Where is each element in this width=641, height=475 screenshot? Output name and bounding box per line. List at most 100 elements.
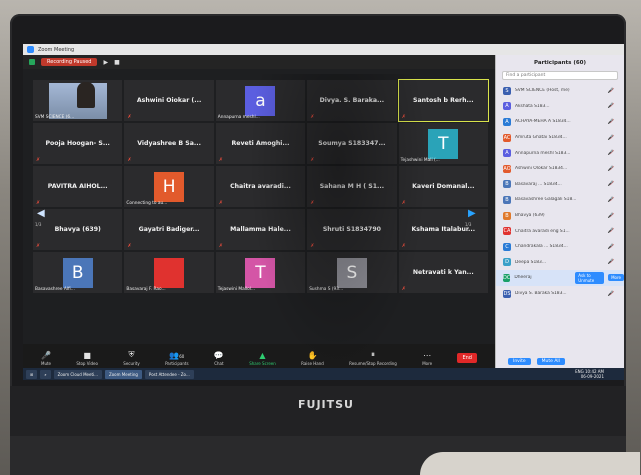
taskbar-item[interactable]: Post Attendee - Zo...: [144, 369, 194, 379]
participant-tile[interactable]: Santosh b Rerh... ✗: [397, 79, 490, 122]
avatar: DS: [503, 289, 511, 298]
participant-row[interactable]: B Basavaraj ... S1834... 🎤̸: [496, 177, 624, 193]
more-button[interactable]: More: [608, 274, 624, 282]
muted-icon: ✗: [218, 200, 223, 206]
participant-row[interactable]: DS Divya S. Baraka S183... 🎤̸: [496, 286, 624, 302]
participant-row[interactable]: A ACHAYA-MEHA A S1834... 🎤̸: [496, 114, 624, 130]
participant-tile[interactable]: Gayatri Badiger... ✗: [124, 209, 214, 250]
avatar: H: [154, 171, 185, 202]
participant-tile[interactable]: Soumya S183347... ✗: [307, 123, 397, 164]
participant-tile[interactable]: Ashwini Oiokar (... ✗: [124, 80, 214, 121]
participant-tile[interactable]: Reveti Amoghi... ✗: [215, 123, 306, 164]
participant-row[interactable]: D Deepa S183... 🎤̸: [496, 255, 624, 271]
muted-icon: ✗: [401, 200, 406, 206]
mute-all-button[interactable]: Mute All: [536, 357, 565, 365]
muted-icon: ✗: [310, 157, 315, 163]
muted-icon: ✗: [401, 114, 406, 120]
participant-tile[interactable]: Basavaraj F. Rao...: [124, 252, 214, 293]
camera-icon: ■: [83, 351, 91, 360]
participant-tile[interactable]: T Tejaswini Mallol...: [215, 252, 306, 293]
participant-tile[interactable]: T Tejashwini Mali (...: [398, 123, 488, 164]
participant-tile[interactable]: Kaveri Domanal... ✗: [398, 166, 488, 207]
muted-icon: ✗: [218, 157, 223, 163]
start-icon[interactable]: ⊞: [26, 369, 38, 379]
participant-tile[interactable]: Mallamma Hale... ✗: [215, 209, 306, 250]
person-silhouette: [77, 82, 95, 108]
taskbar-item[interactable]: Zoom Meeting: [104, 369, 142, 379]
shield-icon[interactable]: [29, 59, 35, 65]
muted-icon: ✗: [36, 200, 41, 206]
avatar: B: [503, 195, 511, 204]
search-icon[interactable]: ⌕: [40, 369, 51, 379]
recording-status[interactable]: Recording Paused: [41, 58, 98, 66]
participant-name: Reveti Amoghi...: [231, 140, 290, 147]
participant-search-input[interactable]: Find a participant: [502, 71, 618, 80]
participant-tile[interactable]: Netravati k Yan... ✗: [398, 252, 488, 293]
participant-tile[interactable]: Shruti S1834790 ✗: [307, 209, 397, 250]
chat-button[interactable]: 💬 Chat: [214, 351, 224, 366]
tile-caption: Tejashwini Mali (...: [400, 158, 440, 163]
participants-button[interactable]: 👥60 Participants: [165, 351, 189, 366]
participant-row[interactable]: S SVM SCIENCE (Host, me) 🎤̸: [496, 83, 624, 99]
participant-name: Kaveri Domanal...: [412, 183, 475, 190]
participant-name: Chaitra avaradi...: [230, 183, 291, 190]
participant-tile[interactable]: Bhavya (639) ✗: [33, 209, 123, 250]
participant-tile[interactable]: S Sushma S (93...: [307, 252, 397, 293]
avatar: A: [503, 102, 511, 111]
participant-tile[interactable]: Vidyashree B Sa... ✗: [124, 123, 214, 164]
pause-icon[interactable]: ▶: [103, 59, 108, 66]
next-page-icon[interactable]: ▶: [468, 208, 476, 219]
muted-microphone-icon: 🎤̸: [607, 259, 614, 266]
muted-microphone-icon: 🎤̸: [607, 150, 614, 157]
participant-tile[interactable]: H Connecting to au...: [124, 166, 214, 207]
chat-icon: 💬: [213, 351, 224, 360]
security-button[interactable]: ⛨ Security: [123, 350, 139, 366]
participant-row[interactable]: CA Chaitra avaradi eng S1... 🎤̸: [496, 223, 624, 239]
participant-tile[interactable]: SVM SCIENCE (6...: [33, 80, 123, 121]
participant-tile[interactable]: B Basavashree Alfi...: [33, 252, 123, 293]
participant-tile[interactable]: Chaitra avaradi... ✗: [215, 166, 306, 207]
muted-icon: ✗: [310, 200, 315, 206]
participant-row[interactable]: DC Dheeraj Ask to Unmute More: [496, 270, 624, 286]
tile-caption: Connecting to au...: [126, 201, 168, 206]
stop-video-button[interactable]: ■ Stop Video: [76, 351, 98, 366]
raise-hand-button[interactable]: ✋ Raise Hand: [301, 351, 324, 366]
participant-name: Ashwini Olokar S1834...: [515, 166, 568, 172]
muted-icon: ✗: [127, 114, 132, 120]
taskbar-item[interactable]: Zoom Cloud Meeti...: [53, 369, 102, 379]
recording-button[interactable]: ⏸ Resume/Stop Recording: [349, 350, 397, 366]
participant-tile[interactable]: Pooja Hoogan- S... ✗: [33, 123, 123, 164]
participant-row[interactable]: AC Amruta Ghatai S1834... 🎤̸: [496, 130, 624, 146]
participant-row[interactable]: A Akshata S183... 🎤̸: [496, 99, 624, 115]
participant-name: Netravati k Yan...: [412, 269, 474, 276]
mute-button[interactable]: 🎤 Mute: [41, 351, 51, 366]
page-indicator-right: 1/3: [465, 222, 472, 227]
share-screen-button[interactable]: ▲ Share Screen: [249, 351, 276, 366]
participant-row[interactable]: A Annapurna meshl S183... 🎤̸: [496, 145, 624, 161]
previous-page-icon[interactable]: ◀: [37, 208, 45, 219]
participant-tile[interactable]: Sahana M H ( S1... ✗: [307, 166, 397, 207]
participant-name: Ashwini Oiokar (...: [136, 97, 202, 104]
ask-unmute-button[interactable]: Ask to Unmute: [575, 271, 605, 284]
participant-row[interactable]: C Chandrakala ... S1834... 🎤̸: [496, 239, 624, 255]
muted-microphone-icon: 🎤̸: [607, 103, 614, 110]
muted-microphone-icon: 🎤̸: [607, 243, 614, 250]
participant-tile[interactable]: Divya. S. Baraka... ✗: [307, 80, 397, 121]
stop-icon[interactable]: ■: [114, 59, 120, 66]
clock-date: 06-09-2021: [580, 374, 604, 379]
participant-row[interactable]: B Bhavya (639) 🎤̸: [496, 208, 624, 224]
participant-name: Santosh b Rerh...: [413, 97, 474, 104]
participant-row[interactable]: AO Ashwini Olokar S1834... 🎤̸: [496, 161, 624, 177]
participant-row[interactable]: B Basavashree Galagali S18... 🎤̸: [496, 192, 624, 208]
participant-tile[interactable]: a Annapurna meshl...: [215, 80, 306, 121]
participant-tile[interactable]: PAVITRA AIHOL... ✗: [33, 166, 123, 207]
end-button[interactable]: End: [457, 353, 477, 363]
participant-name: Basavaraj ... S1834...: [515, 181, 562, 187]
more-button[interactable]: ⋯ More: [422, 351, 432, 366]
tile-caption: Sushma S (93...: [309, 287, 344, 292]
invite-button[interactable]: Invite: [508, 357, 531, 365]
video-grid: SVM SCIENCE (6... Ashwini Oiokar (... ✗ a An…: [33, 79, 490, 336]
avatar: T: [428, 128, 459, 159]
desk-surface: [420, 452, 640, 475]
muted-microphone-icon: 🎤̸: [607, 165, 614, 172]
